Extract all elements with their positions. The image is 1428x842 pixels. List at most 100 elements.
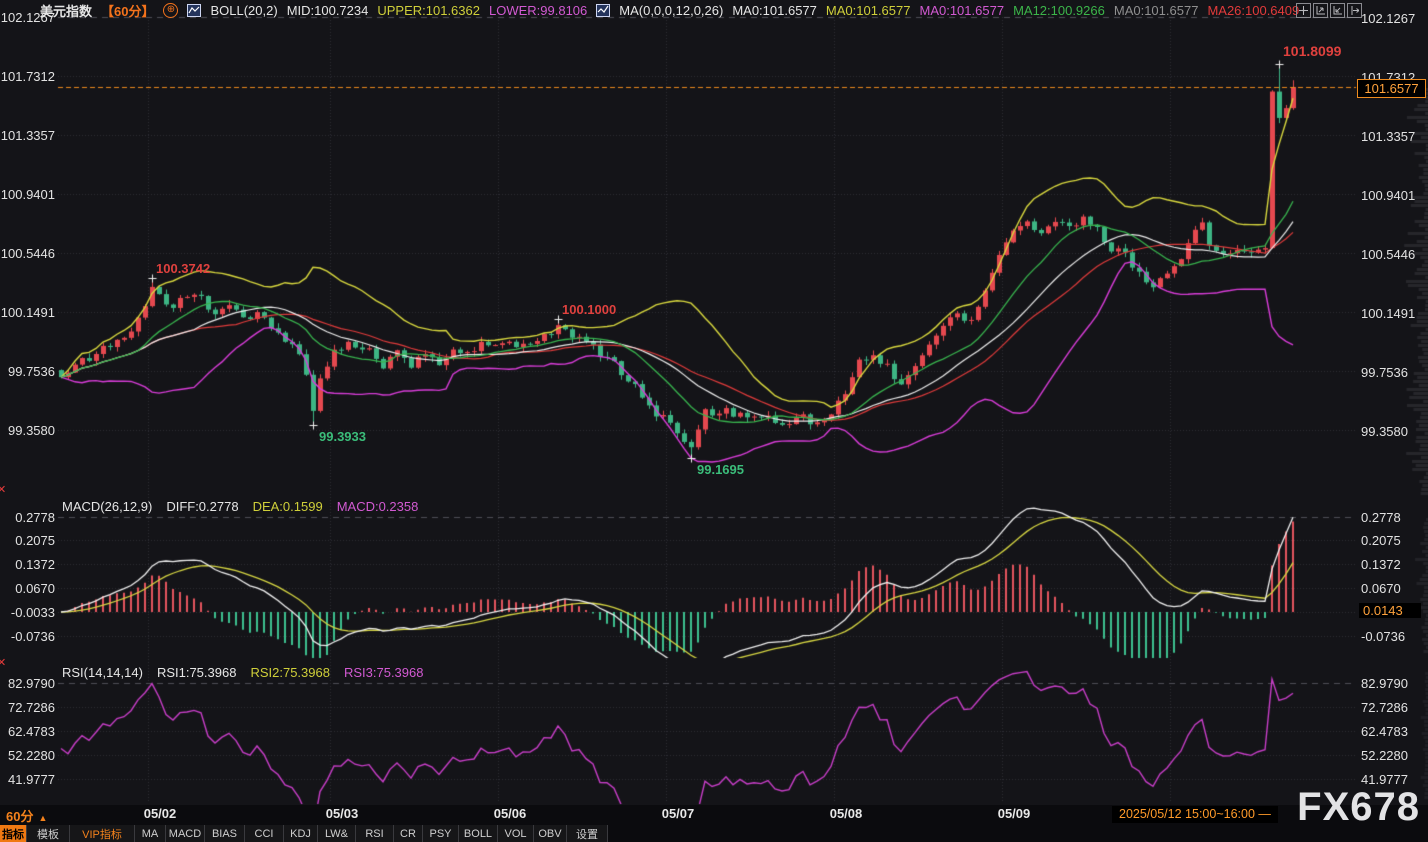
tab-CCI[interactable]: CCI	[245, 825, 284, 842]
tab-VOL[interactable]: VOL	[498, 825, 534, 842]
main-axis-label-right: 99.7536	[1361, 365, 1408, 380]
rsi-settings-label: RSI(14,14,14)	[62, 665, 143, 680]
macd-axis-label-left: 0.2075	[0, 533, 55, 548]
date-label: 05/06	[486, 806, 534, 821]
boll-settings-label: BOLL(20,2)	[210, 3, 277, 18]
main-axis-label-left: 100.9401	[0, 187, 55, 202]
tab-KDJ[interactable]: KDJ	[284, 825, 318, 842]
indicator-header: 美元指数 【60分】 ⊕ BOLL(20,2) MID:100.7234 UPP…	[40, 1, 1299, 19]
rsi-axis-label-right: 82.9790	[1361, 676, 1408, 691]
tab-OBV[interactable]: OBV	[534, 825, 567, 842]
macd-value-box: 0.0143	[1359, 603, 1421, 618]
ma-indicator-icon[interactable]	[596, 4, 610, 17]
rsi-axis-label-left: 41.9777	[0, 772, 55, 787]
date-label: 05/08	[822, 806, 870, 821]
tab-LW&[interactable]: LW&	[318, 825, 356, 842]
main-axis-label-left: 101.7312	[0, 69, 55, 84]
macd-header: MACD(26,12,9) DIFF:0.2778 DEA:0.1599 MAC…	[62, 499, 418, 514]
move-icon[interactable]	[1296, 3, 1311, 18]
hovered-range-label: 2025/05/12 15:00~16:00 —	[1112, 806, 1278, 823]
rsi-axis-label-left: 62.4783	[0, 724, 55, 739]
tab-MA[interactable]: MA	[135, 825, 166, 842]
axis-zoom-in-icon[interactable]	[1313, 3, 1328, 18]
ma-value-label: MA0:101.6577	[732, 3, 817, 18]
chart-app: 美元指数 【60分】 ⊕ BOLL(20,2) MID:100.7234 UPP…	[0, 0, 1428, 842]
tab-模板[interactable]: 模板	[27, 825, 70, 842]
time-axis: 60分 ▲ 05/02 05/03 05/06 05/07 05/08 05/09 2025…	[0, 805, 1428, 825]
tab-CR[interactable]: CR	[394, 825, 423, 842]
tab-PSY[interactable]: PSY	[423, 825, 459, 842]
macd-settings-label: MACD(26,12,9)	[62, 499, 152, 514]
macd-axis-label-left: -0.0736	[0, 629, 55, 644]
chart-toolbar	[1296, 3, 1362, 18]
main-axis-label-right: 102.1267	[1361, 11, 1415, 26]
main-axis-label-left: 100.5446	[0, 246, 55, 261]
rsi1-value: RSI1:75.3968	[157, 665, 237, 680]
tab-BOLL[interactable]: BOLL	[459, 825, 498, 842]
main-axis-label-left: 99.7536	[0, 364, 55, 379]
pan-right-icon[interactable]	[1347, 3, 1362, 18]
adjust-icon[interactable]: ⊕	[163, 3, 178, 18]
timeframe-text: 60分	[6, 809, 33, 824]
price-annotation: 101.8099	[1283, 43, 1341, 59]
price-chart-canvas[interactable]	[0, 0, 1428, 842]
date-label: 05/02	[136, 806, 184, 821]
macd-axis-label-right: 0.2778	[1361, 510, 1401, 525]
rsi-axis-label-right: 62.4783	[1361, 724, 1408, 739]
macd-axis-label-right: 0.0670	[1361, 581, 1401, 596]
rsi-pane-marker-icon[interactable]: ✕	[0, 656, 6, 669]
main-axis-label-right: 101.3357	[1361, 129, 1415, 144]
date-label: 05/09	[990, 806, 1038, 821]
symbol-title: 美元指数	[40, 1, 92, 20]
main-axis-label-right: 100.9401	[1361, 188, 1415, 203]
main-axis-label-left: 101.3357	[0, 128, 55, 143]
main-axis-label-right: 100.5446	[1361, 247, 1415, 262]
price-annotation: 99.3933	[319, 429, 366, 444]
boll-mid-value: MID:100.7234	[287, 3, 369, 18]
tab-BIAS[interactable]: BIAS	[205, 825, 245, 842]
ma-values-group: MA0:101.6577 MA0:101.6577 MA0:101.6577 MA12…	[732, 3, 1299, 18]
macd-axis-label-left: 0.0670	[0, 581, 55, 596]
date-label: 05/03	[318, 806, 366, 821]
rsi3-value: RSI3:75.3968	[344, 665, 424, 680]
price-annotation: 100.1000	[562, 302, 616, 317]
rsi-axis-label-left: 82.9790	[0, 676, 55, 691]
macd-dea-value: DEA:0.1599	[253, 499, 323, 514]
ma-value-label: MA0:101.6577	[919, 3, 1004, 18]
tab-MACD[interactable]: MACD	[166, 825, 205, 842]
rsi2-value: RSI2:75.3968	[250, 665, 330, 680]
ma-settings-label: MA(0,0,0,12,0,26)	[619, 3, 723, 18]
period-badge[interactable]: 【60分】	[101, 1, 154, 20]
macd-axis-label-left: 0.2778	[0, 510, 55, 525]
rsi-axis-label-right: 72.7286	[1361, 700, 1408, 715]
boll-indicator-icon[interactable]	[187, 4, 201, 17]
ma-value-label: MA0:101.6577	[826, 3, 911, 18]
ma-value-label: MA26:100.6409	[1207, 3, 1299, 18]
price-annotation: 100.3742	[156, 261, 210, 276]
tab-RSI[interactable]: RSI	[356, 825, 394, 842]
boll-lower-value: LOWER:99.8106	[489, 3, 587, 18]
macd-diff-value: DIFF:0.2778	[166, 499, 238, 514]
macd-axis-label-right: 0.2075	[1361, 533, 1401, 548]
macd-axis-label-left: -0.0033	[0, 605, 55, 620]
rsi-axis-label-left: 72.7286	[0, 700, 55, 715]
boll-upper-value: UPPER:101.6362	[377, 3, 480, 18]
macd-pane-marker-icon[interactable]: ✕	[0, 483, 6, 496]
ma-value-label: MA12:100.9266	[1013, 3, 1105, 18]
main-axis-label-right: 99.3580	[1361, 424, 1408, 439]
indicator-tabbar: 指标模板VIP指标MAMACDBIASCCIKDJLW&RSICRPSYBOLL…	[0, 825, 1428, 842]
rsi-header: RSI(14,14,14) RSI1:75.3968 RSI2:75.3968 …	[62, 665, 423, 680]
main-axis-label-left: 99.3580	[0, 423, 55, 438]
macd-axis-label-right: -0.0736	[1361, 629, 1405, 644]
rsi-axis-label-right: 52.2280	[1361, 748, 1408, 763]
date-label: 05/07	[654, 806, 702, 821]
brand-watermark: FX678	[1297, 785, 1420, 830]
tab-指标[interactable]: 指标	[0, 825, 27, 842]
up-triangle-icon: ▲	[38, 813, 47, 823]
tab-VIP指标[interactable]: VIP指标	[70, 825, 135, 842]
price-annotation: 99.1695	[697, 462, 744, 477]
tab-设置[interactable]: 设置	[567, 825, 608, 842]
macd-axis-label-left: 0.1372	[0, 557, 55, 572]
timeframe-label[interactable]: 60分 ▲	[6, 806, 47, 825]
axis-zoom-out-icon[interactable]	[1330, 3, 1345, 18]
